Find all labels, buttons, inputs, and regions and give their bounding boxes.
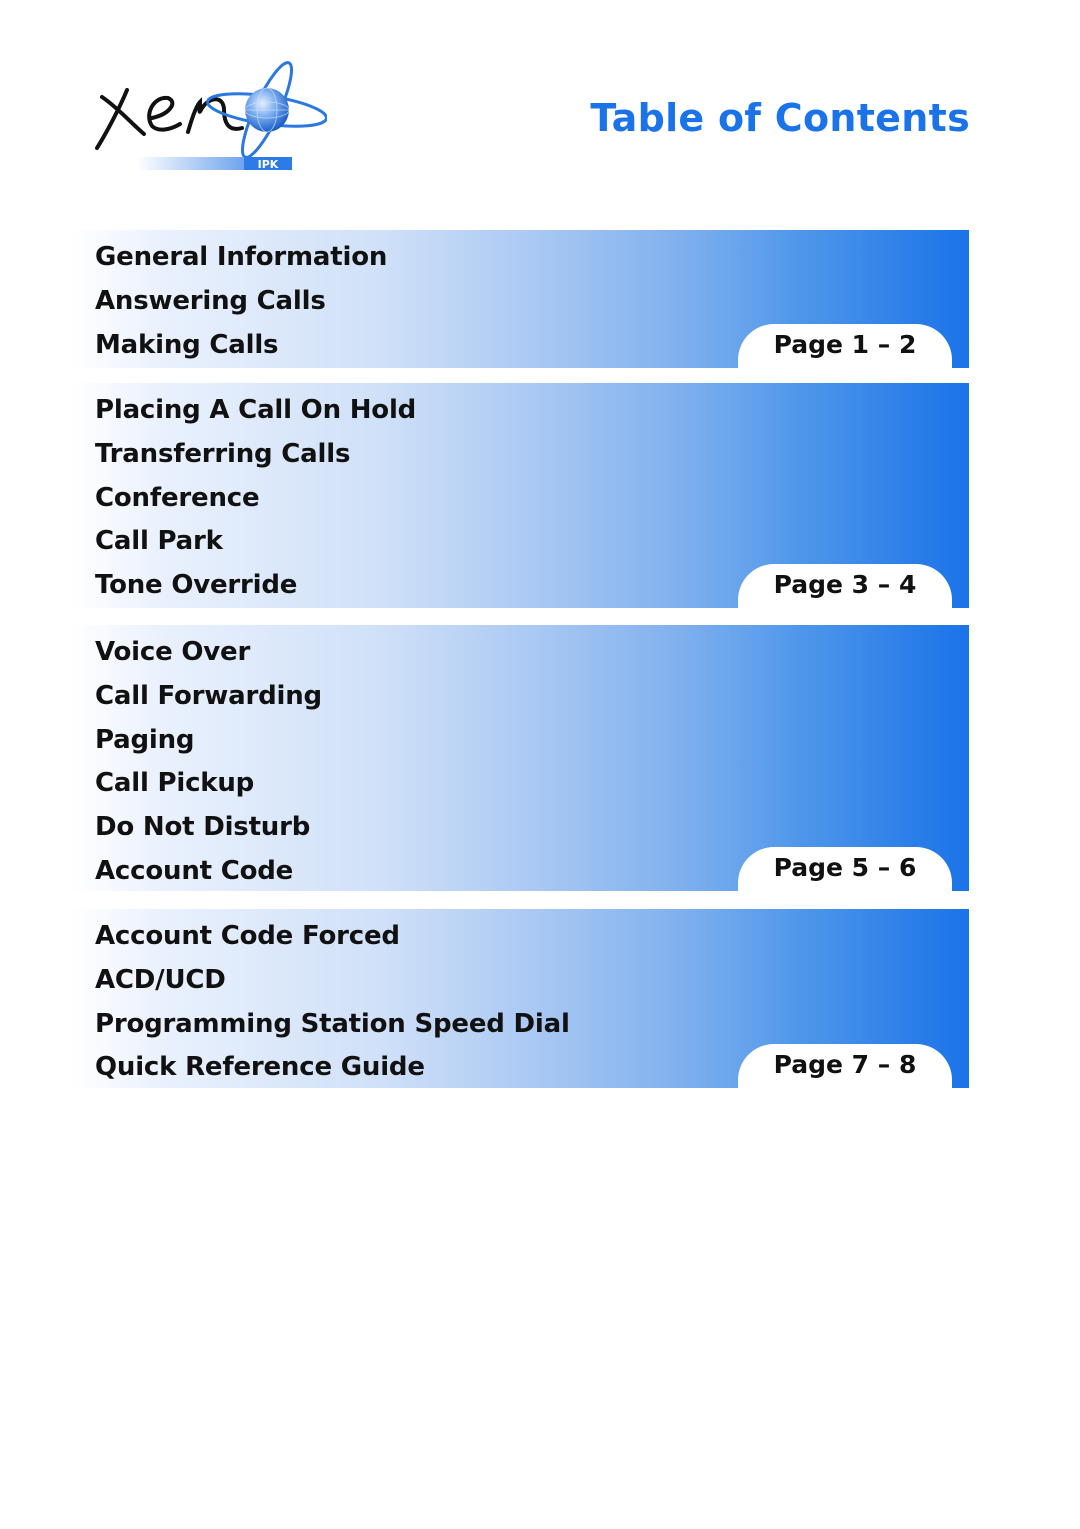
page-range-label: Page 1 – 2 (773, 330, 917, 359)
page-range-label: Page 7 – 8 (773, 1050, 917, 1079)
page-range-tab[interactable]: Page 1 – 2 (738, 324, 952, 368)
toc-item-account-code[interactable]: Account Code (95, 853, 322, 897)
toc-item-conference[interactable]: Conference (95, 480, 416, 524)
toc-item-quick-reference-guide[interactable]: Quick Reference Guide (95, 1049, 570, 1093)
page-range-label: Page 5 – 6 (773, 853, 917, 882)
toc-item-account-code-forced[interactable]: Account Code Forced (95, 918, 570, 962)
toc-item-acd-ucd[interactable]: ACD/UCD (95, 962, 570, 1006)
page-range-tab[interactable]: Page 5 – 6 (738, 847, 952, 891)
toc-item-do-not-disturb[interactable]: Do Not Disturb (95, 809, 322, 853)
toc-item-list: Account Code Forced ACD/UCD Programming … (95, 918, 570, 1093)
toc-item-call-pickup[interactable]: Call Pickup (95, 765, 322, 809)
toc-item-call-park[interactable]: Call Park (95, 523, 416, 567)
toc-item-transferring-calls[interactable]: Transferring Calls (95, 436, 416, 480)
toc-section-1: General Information Answering Calls Maki… (70, 230, 969, 368)
page-range-label: Page 3 – 4 (773, 570, 917, 599)
toc-item-list: Voice Over Call Forwarding Paging Call P… (95, 634, 322, 897)
page-range-tab[interactable]: Page 7 – 8 (738, 1044, 952, 1088)
toc-item-call-forwarding[interactable]: Call Forwarding (95, 678, 322, 722)
toc-item-list: General Information Answering Calls Maki… (95, 239, 387, 370)
toc-item-list: Placing A Call On Hold Transferring Call… (95, 392, 416, 611)
globe-orbit-icon: IPK (95, 61, 327, 171)
toc-item-general-information[interactable]: General Information (95, 239, 387, 283)
toc-item-tone-override[interactable]: Tone Override (95, 567, 416, 611)
toc-item-answering-calls[interactable]: Answering Calls (95, 283, 387, 327)
svg-text:IPK: IPK (258, 158, 279, 171)
toc-item-programming-station-speed-dial[interactable]: Programming Station Speed Dial (95, 1006, 570, 1050)
toc-section-2: Placing A Call On Hold Transferring Call… (70, 383, 969, 608)
xen-ipk-logo: IPK (92, 52, 327, 177)
toc-item-placing-call-on-hold[interactable]: Placing A Call On Hold (95, 392, 416, 436)
toc-section-3: Voice Over Call Forwarding Paging Call P… (70, 625, 969, 891)
page-title: Table of Contents (590, 96, 970, 140)
toc-section-4: Account Code Forced ACD/UCD Programming … (70, 909, 969, 1088)
toc-item-paging[interactable]: Paging (95, 722, 322, 766)
toc-item-voice-over[interactable]: Voice Over (95, 634, 322, 678)
page-range-tab[interactable]: Page 3 – 4 (738, 564, 952, 608)
toc-item-making-calls[interactable]: Making Calls (95, 327, 387, 371)
